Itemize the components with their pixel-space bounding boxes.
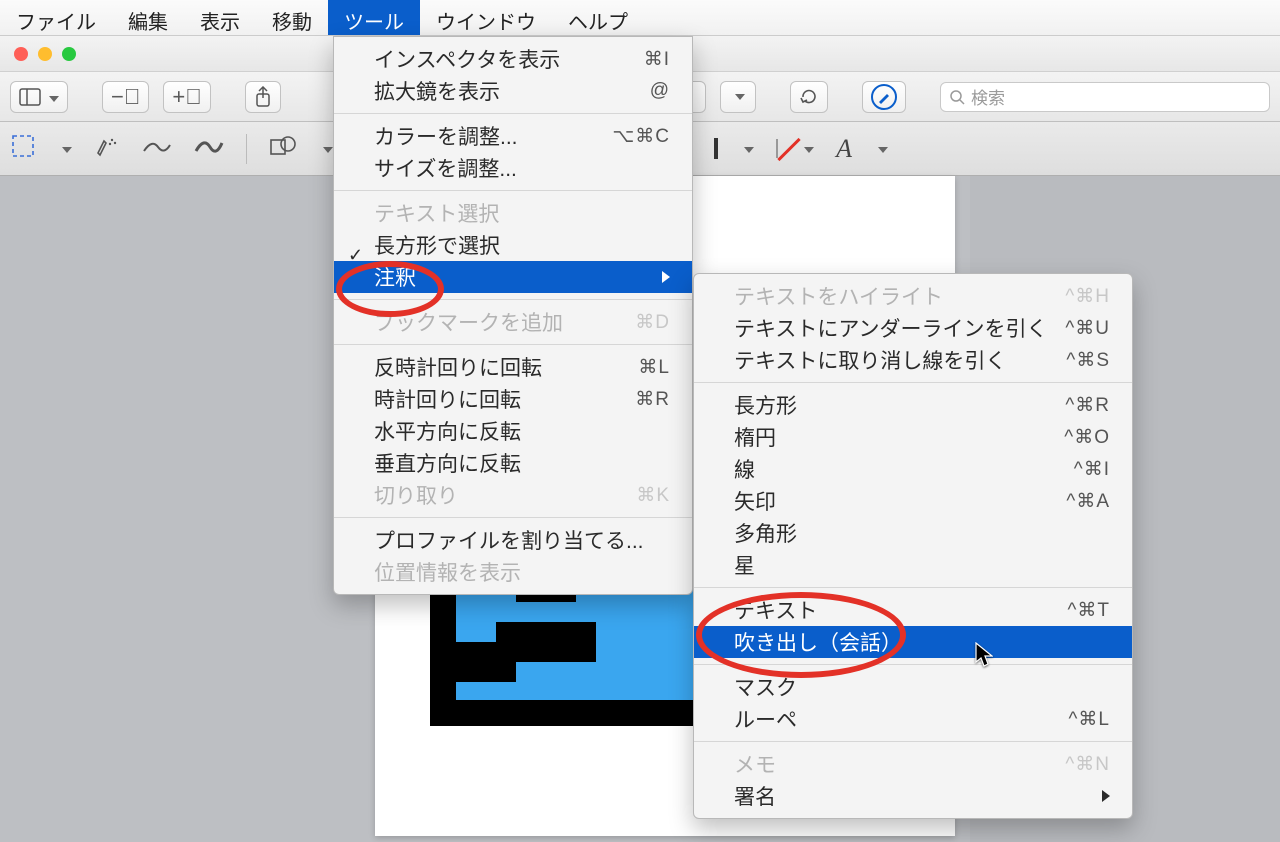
highlight-dropdown[interactable]	[720, 81, 756, 113]
mi-crop: 切り取り⌘K	[334, 479, 692, 511]
markup-button[interactable]	[862, 81, 906, 113]
fill-color-dropdown[interactable]	[800, 140, 814, 158]
mi-flip-horizontal[interactable]: 水平方向に反転	[334, 415, 692, 447]
search-placeholder: 検索	[971, 84, 1005, 109]
shapes-dropdown[interactable]	[319, 140, 333, 158]
search-field[interactable]: 検索	[940, 82, 1270, 112]
smi-underline-text[interactable]: テキストにアンダーラインを引く^⌘U	[694, 312, 1132, 344]
text-style-dropdown[interactable]	[874, 140, 888, 158]
mi-assign-profile[interactable]: プロファイルを割り当てる...	[334, 524, 692, 556]
zoom-window-button[interactable]	[62, 47, 76, 61]
mi-flip-vertical[interactable]: 垂直方向に反転	[334, 447, 692, 479]
submenu-arrow-icon	[1102, 784, 1110, 808]
sidebar-icon	[19, 88, 41, 106]
menubar: ファイル 編集 表示 移動 ツール ウインドウ ヘルプ	[0, 0, 1280, 36]
smi-signature[interactable]: 署名	[694, 780, 1132, 812]
fill-color-swatch[interactable]	[776, 140, 778, 158]
mi-add-bookmark: ブックマークを追加⌘D	[334, 306, 692, 338]
menu-go[interactable]: 移動	[256, 0, 328, 35]
text-style-button[interactable]: A	[836, 134, 852, 164]
mi-text-selection: テキスト選択	[334, 197, 692, 229]
selection-tool-icon[interactable]	[10, 133, 36, 165]
submenu-arrow-icon	[662, 265, 670, 289]
mi-rotate-cw[interactable]: 時計回りに回転⌘R	[334, 383, 692, 415]
menu-help[interactable]: ヘルプ	[552, 0, 644, 35]
annotate-submenu: テキストをハイライト^⌘H テキストにアンダーラインを引く^⌘U テキストに取り…	[693, 273, 1133, 819]
mi-show-magnifier[interactable]: 拡大鏡を表示@	[334, 75, 692, 107]
smi-note: メモ^⌘N	[694, 748, 1132, 780]
minimize-window-button[interactable]	[38, 47, 52, 61]
draw-tool-icon[interactable]	[194, 135, 224, 163]
smi-line[interactable]: 線^⌘I	[694, 453, 1132, 485]
mi-show-location: 位置情報を表示	[334, 556, 692, 588]
sketch-tool-icon[interactable]	[142, 135, 172, 163]
smi-rectangle[interactable]: 長方形^⌘R	[694, 389, 1132, 421]
menu-file[interactable]: ファイル	[0, 0, 112, 35]
menu-view[interactable]: 表示	[184, 0, 256, 35]
smi-loupe[interactable]: ルーペ^⌘L	[694, 703, 1132, 735]
zoom-out-icon: −⃝	[111, 84, 140, 110]
search-icon	[949, 89, 965, 105]
mi-adjust-size[interactable]: サイズを調整...	[334, 152, 692, 184]
border-color-dropdown[interactable]	[740, 140, 754, 158]
markup-icon	[871, 84, 897, 110]
smi-polygon[interactable]: 多角形	[694, 517, 1132, 549]
mi-rect-selection[interactable]: 長方形で選択	[334, 229, 692, 261]
close-window-button[interactable]	[14, 47, 28, 61]
menu-tools[interactable]: ツール	[328, 0, 420, 35]
sidebar-toggle-button[interactable]	[10, 81, 68, 113]
rotate-icon	[799, 87, 819, 107]
menu-edit[interactable]: 編集	[112, 0, 184, 35]
mi-annotate[interactable]: 注釈	[334, 261, 692, 293]
traffic-lights	[0, 47, 76, 61]
rotate-button[interactable]	[790, 81, 828, 113]
mi-rotate-ccw[interactable]: 反時計回りに回転⌘L	[334, 351, 692, 383]
zoom-out-button[interactable]: −⃝	[102, 81, 149, 113]
mi-adjust-color[interactable]: カラーを調整...⌥⌘C	[334, 120, 692, 152]
instant-alpha-icon[interactable]	[94, 133, 120, 165]
menu-window[interactable]: ウインドウ	[420, 0, 552, 35]
tools-menu: インスペクタを表示⌘I 拡大鏡を表示@ カラーを調整...⌥⌘C サイズを調整.…	[333, 36, 693, 595]
mouse-cursor-icon	[975, 642, 993, 668]
share-icon	[254, 86, 272, 108]
zoom-in-icon: +⃝	[172, 84, 201, 110]
zoom-in-button[interactable]: +⃝	[163, 81, 210, 113]
border-color-swatch[interactable]	[714, 140, 718, 158]
smi-strikethrough-text[interactable]: テキストに取り消し線を引く^⌘S	[694, 344, 1132, 376]
smi-arrow[interactable]: 矢印^⌘A	[694, 485, 1132, 517]
smi-star[interactable]: 星	[694, 549, 1132, 581]
share-button[interactable]	[245, 81, 281, 113]
selection-tool-dropdown[interactable]	[58, 140, 72, 158]
smi-oval[interactable]: 楕円^⌘O	[694, 421, 1132, 453]
smi-mask[interactable]: マスク	[694, 671, 1132, 703]
smi-speech-bubble[interactable]: 吹き出し（会話）	[694, 626, 1132, 658]
smi-highlight-text: テキストをハイライト^⌘H	[694, 280, 1132, 312]
shapes-tool-icon[interactable]	[269, 134, 297, 164]
smi-text[interactable]: テキスト^⌘T	[694, 594, 1132, 626]
mi-show-inspector[interactable]: インスペクタを表示⌘I	[334, 43, 692, 75]
